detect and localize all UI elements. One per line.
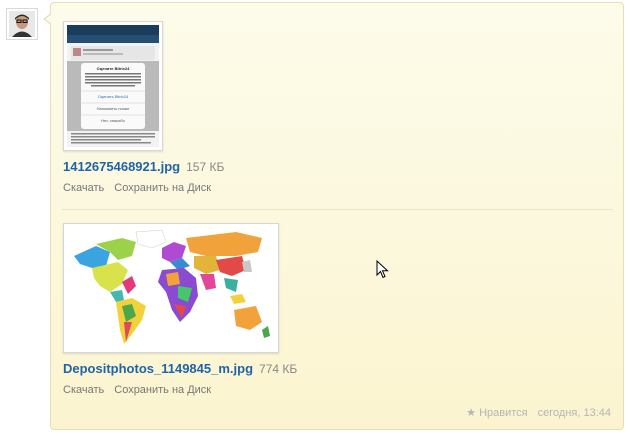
post-time: сегодня, 13:44	[537, 407, 611, 419]
file-attachment: Оцените Bitrix24 Оценить Bitrix24 Напомн…	[63, 21, 224, 194]
like-button[interactable]: ★ Нравится	[466, 407, 527, 419]
preview-no-button: Нет, спасибо	[101, 118, 126, 123]
download-link[interactable]: Скачать	[63, 384, 104, 396]
divider	[61, 209, 613, 210]
mouse-cursor-icon	[376, 260, 389, 279]
post-footer: ★ Нравится сегодня, 13:44	[466, 406, 611, 419]
user-avatar-icon	[9, 11, 35, 37]
file-size: 157 КБ	[186, 160, 225, 174]
post-bubble: Оцените Bitrix24 Оценить Bitrix24 Напомн…	[43, 2, 624, 430]
preview-later-button: Напомнить позже	[97, 106, 131, 111]
file-attachment: Depositphotos_1149845_m.jpg 774 КБ Скачат…	[63, 223, 297, 396]
image-thumbnail[interactable]	[63, 223, 279, 353]
world-map-preview	[66, 226, 276, 350]
file-size: 774 КБ	[259, 362, 298, 376]
author-avatar[interactable]	[6, 8, 38, 40]
preview-title: Оцените Bitrix24	[97, 66, 130, 71]
image-thumbnail[interactable]: Оцените Bitrix24 Оценить Bitrix24 Напомн…	[63, 21, 163, 151]
star-icon: ★	[466, 407, 477, 419]
save-to-disk-link[interactable]: Сохранить на Диск	[114, 384, 211, 396]
preview-rate-button: Оценить Bitrix24	[98, 94, 129, 99]
like-label: Нравится	[479, 407, 528, 419]
save-to-disk-link[interactable]: Сохранить на Диск	[114, 182, 211, 194]
file-name-link[interactable]: Depositphotos_1149845_m.jpg	[63, 361, 253, 376]
file-name-link[interactable]: 1412675468921.jpg	[63, 159, 180, 174]
download-link[interactable]: Скачать	[63, 182, 104, 194]
screenshot-preview: Оцените Bitrix24 Оценить Bitrix24 Напомн…	[67, 25, 159, 147]
